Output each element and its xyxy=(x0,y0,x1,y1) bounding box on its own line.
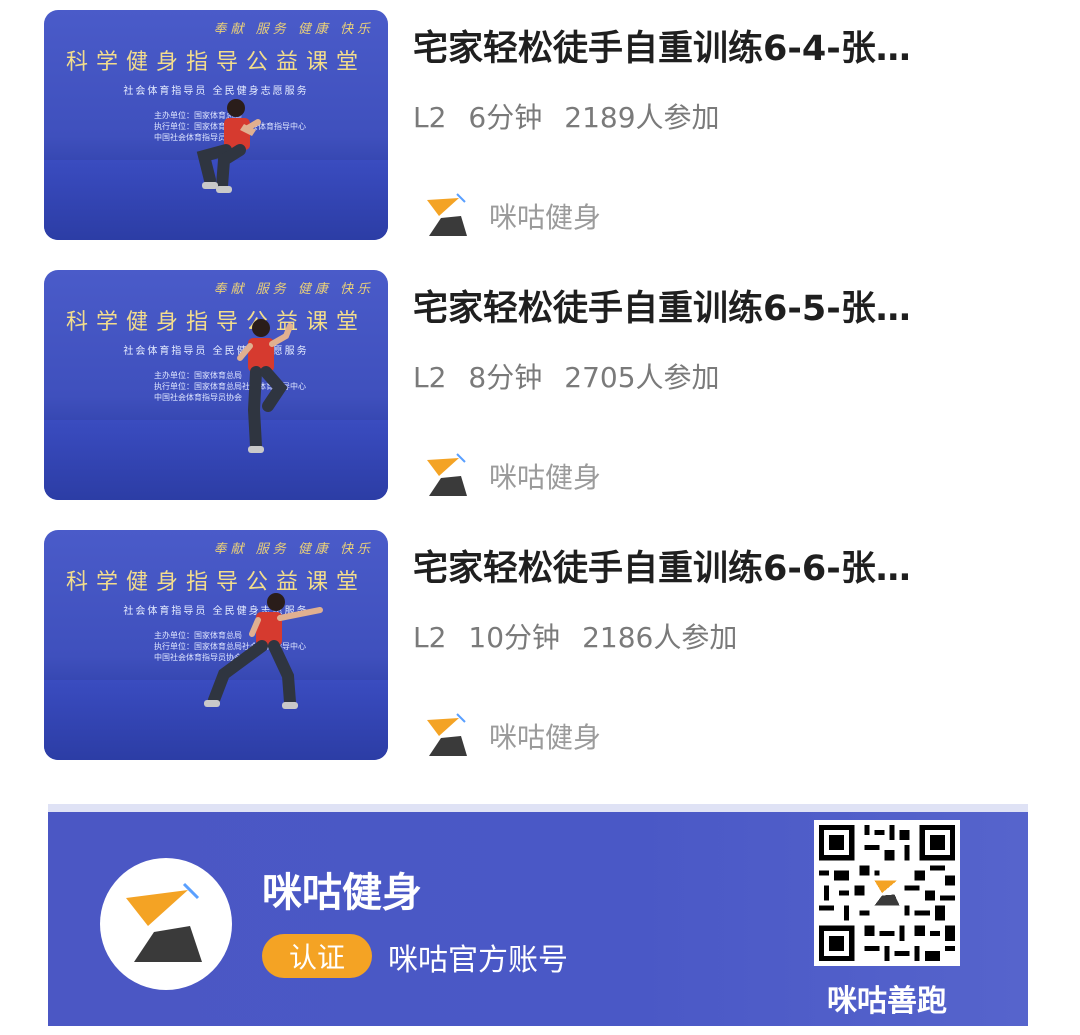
course-level: L2 xyxy=(413,621,447,654)
source-name: 咪咕健身 xyxy=(489,721,602,754)
qr-caption: 咪咕善跑 xyxy=(827,984,947,1019)
course-source[interactable]: 咪咕健身 xyxy=(421,706,601,766)
trainer-figure-lunge-punch xyxy=(204,593,323,709)
course-level: L2 xyxy=(413,101,447,134)
migu-fitness-logo-icon xyxy=(427,453,467,496)
course-title[interactable]: 宅家轻松徒手自重训练6-6-张… xyxy=(413,544,1033,594)
course-source[interactable]: 咪咕健身 xyxy=(421,186,601,246)
course-level: L2 xyxy=(413,361,447,394)
course-meta: L2 6分钟 2189人参加 xyxy=(413,98,742,138)
verified-description: 咪咕官方账号 xyxy=(388,943,568,978)
migu-fitness-logo-icon xyxy=(427,193,467,236)
qr-block[interactable]: 咪咕善跑 xyxy=(808,814,966,1019)
migu-fitness-logo-icon xyxy=(126,882,202,962)
qr-code-icon xyxy=(814,820,960,966)
migu-fitness-logo-icon xyxy=(427,713,467,756)
trainer-figure-squat xyxy=(196,99,261,193)
trainer-figure-knee-raise xyxy=(237,319,293,453)
course-source[interactable]: 咪咕健身 xyxy=(421,446,601,506)
course-duration: 8分钟 xyxy=(468,361,543,394)
course-thumbnail[interactable]: 奉献 服务 健康 快乐 科学健身指导公益课堂 社会体育指导员 全民健身志愿服务 … xyxy=(44,10,388,240)
official-account-card[interactable]: 咪咕健身 认证 咪咕官方账号 咪咕善跑 xyxy=(48,804,1028,1026)
course-duration: 6分钟 xyxy=(468,101,543,134)
course-meta: L2 10分钟 2186人参加 xyxy=(413,618,759,658)
course-meta: L2 8分钟 2705人参加 xyxy=(413,358,742,398)
course-item[interactable]: 奉献 服务 健康 快乐 科学健身指导公益课堂 社会体育指导员 全民健身志愿服务 … xyxy=(0,530,1080,762)
course-participants: 2705人参加 xyxy=(564,361,720,394)
course-title[interactable]: 宅家轻松徒手自重训练6-5-张… xyxy=(413,284,1033,334)
course-thumbnail[interactable]: 奉献 服务 健康 快乐 科学健身指导公益课堂 社会体育指导员 全民健身志愿服务 … xyxy=(44,270,388,500)
course-item[interactable]: 奉献 服务 健康 快乐 科学健身指导公益课堂 社会体育指导员 全民健身志愿服务 … xyxy=(0,270,1080,502)
source-name: 咪咕健身 xyxy=(489,201,602,234)
course-participants: 2186人参加 xyxy=(582,621,738,654)
course-participants: 2189人参加 xyxy=(564,101,720,134)
card-top-stripe xyxy=(48,804,1028,812)
account-avatar[interactable] xyxy=(100,858,232,990)
account-name: 咪咕健身 xyxy=(262,870,422,916)
course-thumbnail[interactable]: 奉献 服务 健康 快乐 科学健身指导公益课堂 社会体育指导员 全民健身志愿服务 … xyxy=(44,530,388,760)
verified-badge: 认证 xyxy=(262,934,372,978)
source-name: 咪咕健身 xyxy=(489,461,602,494)
course-duration: 10分钟 xyxy=(468,621,561,654)
course-title[interactable]: 宅家轻松徒手自重训练6-4-张… xyxy=(413,24,1033,74)
course-item[interactable]: 奉献 服务 健康 快乐 科学健身指导公益课堂 社会体育指导员 全民健身志愿服务 … xyxy=(0,10,1080,242)
